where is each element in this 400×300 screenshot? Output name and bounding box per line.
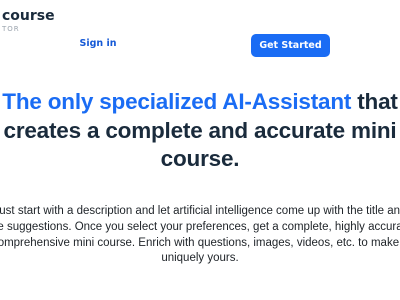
- sign-in-link[interactable]: Sign in: [70, 37, 126, 51]
- logo-tagline: TOR: [2, 25, 20, 33]
- description-line-2: the suggestions. Once you select your pr…: [0, 220, 400, 233]
- get-started-button[interactable]: Get Started: [251, 34, 330, 57]
- get-started-label: Get Started: [259, 40, 322, 51]
- hero-heading: The only specialized AI-Assistant that c…: [0, 88, 400, 174]
- description-line-4: uniquely yours.: [161, 252, 239, 265]
- logo-title: course: [2, 8, 55, 24]
- hero-line-1-rest: that: [351, 89, 398, 114]
- description-line-1: Just start with a description and let ar…: [0, 205, 400, 217]
- hero-line-1: The only specialized AI-Assistant that: [0, 88, 400, 117]
- hero-line-3: course.: [160, 146, 240, 171]
- description-line-3: comprehensive mini course. Enrich with q…: [0, 236, 400, 249]
- hero-accent-text: The only specialized AI-Assistant: [2, 89, 352, 114]
- hero-description: Just start with a description and let ar…: [0, 204, 400, 267]
- hero-line-2: creates a complete and accurate mini: [3, 117, 397, 143]
